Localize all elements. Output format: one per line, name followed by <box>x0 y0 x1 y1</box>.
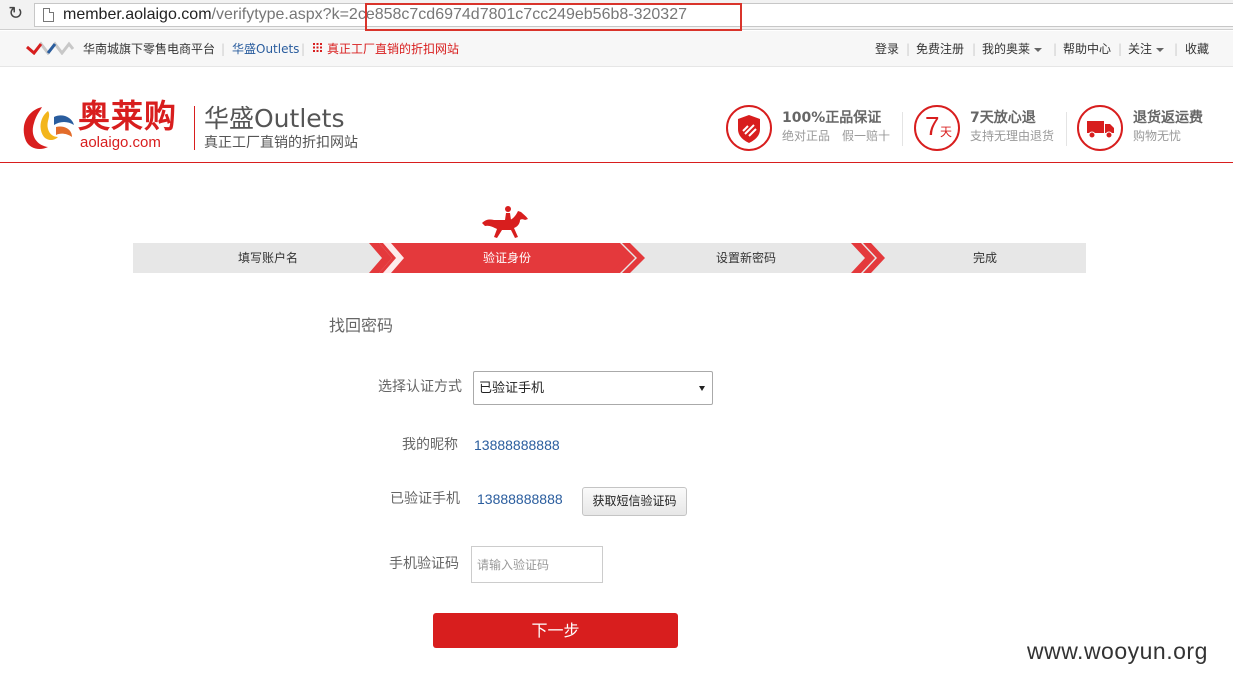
favorite-link[interactable]: 收藏 <box>1185 41 1209 57</box>
badge-sub-genuine: 绝对正品 假一赔十 <box>782 129 891 143</box>
outlets-subtitle: 真正工厂直销的折扣网站 <box>204 135 358 151</box>
grid-icon <box>313 43 322 52</box>
nickname-value: 13888888888 <box>474 437 560 453</box>
url-host: member.aolaigo.com <box>63 6 212 23</box>
nav-separator: | <box>906 42 911 56</box>
7-day-number: 7 <box>925 111 940 141</box>
platform-text: 华南城旗下零售电商平台 <box>83 42 216 56</box>
nav-separator: | <box>1118 42 1123 56</box>
sms-code-input[interactable]: 请输入验证码 <box>471 546 603 583</box>
top-nav: 华南城旗下零售电商平台 | 华盛Outlets | 真正工厂直销的折扣网站 登录… <box>0 31 1233 67</box>
shield-icon <box>726 105 772 151</box>
brand-name: 奥莱购 <box>78 97 178 135</box>
phone-value: 13888888888 <box>477 491 563 507</box>
my-account-menu[interactable]: 我的奥莱 <box>982 41 1043 57</box>
horse-rider-icon <box>482 206 528 238</box>
badge-divider <box>902 112 903 146</box>
outlets-link[interactable]: 华盛Outlets <box>232 41 299 57</box>
chevron-down-icon <box>1034 47 1043 52</box>
watermark: www.wooyun.org <box>1027 638 1208 664</box>
step-2-label: 验证身份 <box>483 251 532 265</box>
verify-method-select[interactable]: 已验证手机 <box>473 371 713 405</box>
header-rule <box>0 162 1233 163</box>
site-logo-icon <box>26 41 74 55</box>
page-icon <box>43 8 54 22</box>
highlight-box <box>365 3 742 31</box>
brand-url: aolaigo.com <box>80 134 161 151</box>
follow-label: 关注 <box>1128 42 1153 56</box>
7-day-char: 天 <box>940 125 953 139</box>
step-1-label: 填写账户名 <box>238 251 299 265</box>
step-4-label: 完成 <box>973 251 998 265</box>
badge-divider <box>1066 112 1067 146</box>
nav-separator: | <box>1174 42 1179 56</box>
get-sms-code-button[interactable]: 获取短信验证码 <box>582 487 687 516</box>
follow-menu[interactable]: 关注 <box>1128 41 1165 57</box>
reload-icon[interactable]: ↻ <box>8 4 23 24</box>
login-link[interactable]: 登录 <box>875 41 899 57</box>
factory-link[interactable]: 真正工厂直销的折扣网站 <box>327 41 459 57</box>
badge-title-genuine: 100%正品保证 <box>782 110 882 126</box>
form-title: 找回密码 <box>329 316 394 335</box>
sms-code-label: 手机验证码 <box>389 556 459 572</box>
chevron-down-icon <box>1156 47 1165 52</box>
nav-separator: | <box>1053 42 1058 56</box>
nav-separator: | <box>972 42 977 56</box>
verify-method-value: 已验证手机 <box>479 381 545 396</box>
step-3-label: 设置新密码 <box>716 251 777 265</box>
browser-address-bar: ↻ member.aolaigo.com/verifytype.aspx?k=2… <box>0 0 1233 31</box>
sms-code-placeholder: 请输入验证码 <box>477 558 550 572</box>
badge-title-return: 7天放心退 <box>970 110 1036 126</box>
badge-sub-return: 支持无理由退货 <box>970 129 1055 143</box>
nav-separator: | <box>301 42 306 56</box>
nav-separator: | <box>221 42 226 56</box>
badge-sub-shipping: 购物无忧 <box>1133 129 1182 143</box>
my-account-label: 我的奥莱 <box>982 42 1031 56</box>
verify-method-label: 选择认证方式 <box>378 379 462 395</box>
7-day-icon: 7 天 <box>914 105 960 151</box>
register-link[interactable]: 免费注册 <box>916 41 964 57</box>
chevron-down-icon <box>699 386 705 391</box>
next-step-button[interactable]: 下一步 <box>433 613 678 648</box>
nickname-label: 我的昵称 <box>402 437 458 453</box>
help-link[interactable]: 帮助中心 <box>1063 41 1111 57</box>
brand-divider <box>194 106 195 150</box>
brand-logo-icon[interactable] <box>18 103 76 151</box>
badge-title-shipping: 退货返运费 <box>1133 110 1203 126</box>
phone-label: 已验证手机 <box>390 491 460 507</box>
outlets-title: 华盛Outlets <box>204 104 345 133</box>
truck-icon <box>1077 105 1123 151</box>
